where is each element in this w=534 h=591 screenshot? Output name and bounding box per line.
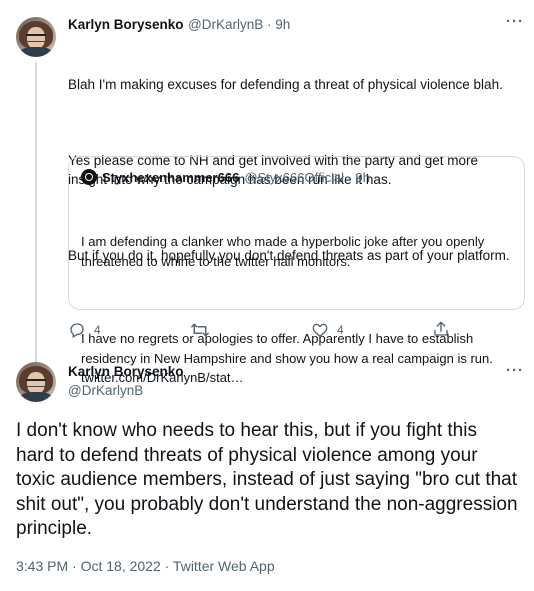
quoted-tweet-header: Styxhexenhammer666 @Styx666Official · 9h bbox=[81, 169, 370, 185]
more-options-button[interactable]: ··· bbox=[506, 13, 524, 30]
quoted-author-name: Styxhexenhammer666 bbox=[102, 169, 240, 185]
avatar[interactable] bbox=[16, 362, 56, 402]
quoted-handle-time: @Styx666Official · 9h bbox=[244, 169, 370, 185]
like-count: 4 bbox=[337, 323, 344, 337]
quoted-paragraph: I am defending a clanker who made a hype… bbox=[81, 234, 488, 269]
quoted-avatar bbox=[81, 169, 97, 185]
main-tweet-text: I don't know who needs to hear this, but… bbox=[16, 420, 523, 539]
tweet-header: Karlyn Borysenko @DrKarlynB · 9h bbox=[68, 16, 528, 34]
author-handle-time[interactable]: @DrKarlynB · 9h bbox=[188, 17, 290, 32]
reply-count: 4 bbox=[94, 323, 101, 337]
retweet-button[interactable] bbox=[190, 321, 218, 339]
heart-icon bbox=[312, 323, 328, 337]
tweet-paragraph: Blah I'm making excuses for defending a … bbox=[68, 77, 503, 92]
more-options-button[interactable]: ··· bbox=[506, 362, 524, 379]
share-icon bbox=[434, 321, 448, 336]
reply-button[interactable]: 4 bbox=[68, 321, 101, 339]
tweet-timestamp[interactable]: 3:43 PM · Oct 18, 2022 · Twitter Web App bbox=[16, 558, 275, 574]
author-name[interactable]: Karlyn Borysenko bbox=[68, 17, 184, 32]
like-button[interactable]: 4 bbox=[311, 321, 344, 339]
retweet-icon bbox=[191, 323, 209, 337]
quoted-text: I am defending a clanker who made a hype… bbox=[81, 193, 513, 427]
reply-icon bbox=[70, 323, 84, 338]
quoted-tweet[interactable]: Styxhexenhammer666 @Styx666Official · 9h… bbox=[68, 156, 525, 385]
author-handle[interactable]: @DrKarlynB bbox=[68, 383, 143, 398]
share-button[interactable] bbox=[432, 320, 450, 338]
author-name[interactable]: Karlyn Borysenko bbox=[68, 364, 184, 379]
thread-line bbox=[35, 62, 37, 362]
avatar[interactable] bbox=[16, 17, 56, 57]
